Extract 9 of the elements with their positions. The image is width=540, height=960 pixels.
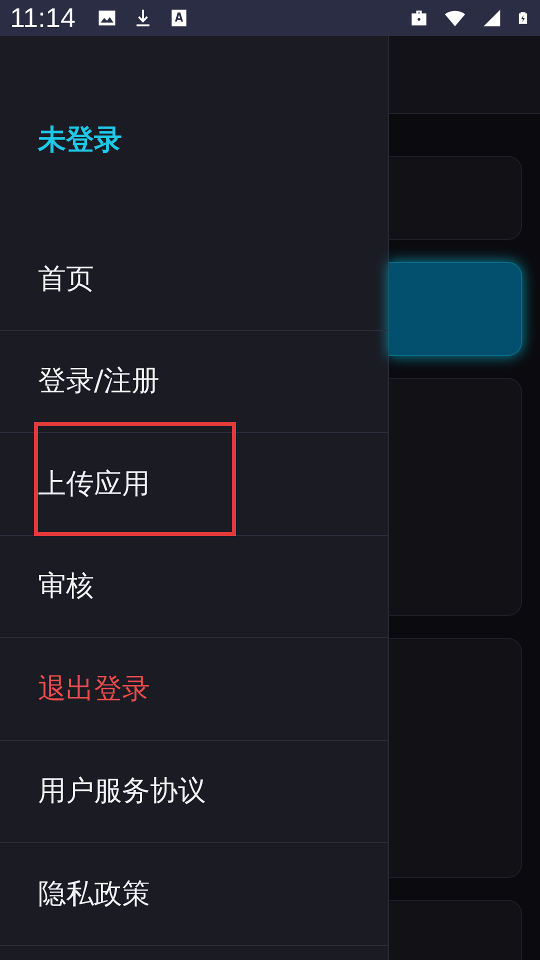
menu-item[interactable]: 退出登录 (38, 670, 150, 708)
menu-item[interactable]: 用户服务协议 (38, 772, 206, 810)
status-time: 11:14 (10, 2, 76, 34)
menu-item[interactable]: 上传应用 (38, 464, 150, 503)
menu-item[interactable]: 首页 (38, 260, 94, 298)
menu-item[interactable]: 隐私政策 (38, 874, 150, 913)
menu-item[interactable]: 审核 (38, 567, 94, 606)
menu-item[interactable]: 登录/注册 (38, 362, 160, 400)
account-status: 未登录 (38, 122, 122, 158)
